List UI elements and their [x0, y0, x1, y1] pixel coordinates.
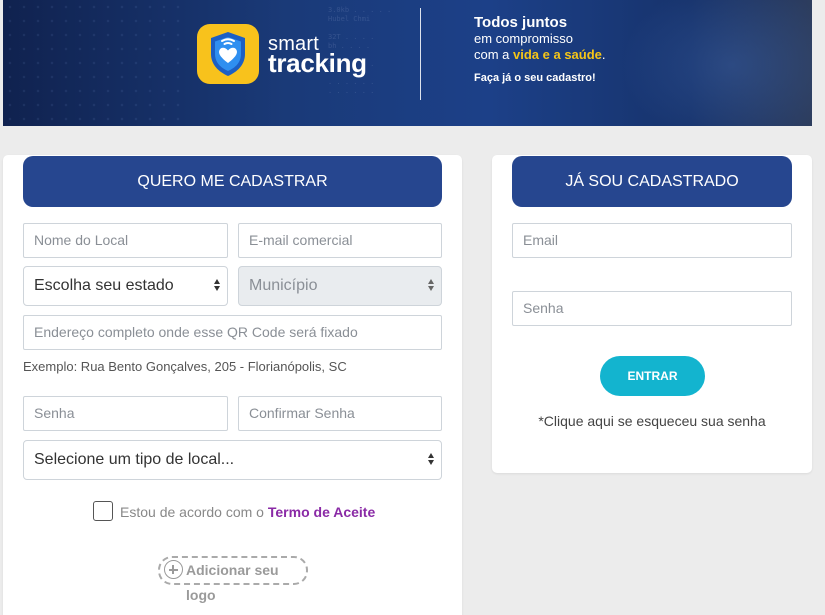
tagline-line2: em compromisso	[474, 31, 573, 46]
tagline-title: Todos juntos	[474, 14, 568, 31]
city-select-value: Município	[249, 277, 318, 294]
login-password-input[interactable]: Senha	[512, 291, 792, 326]
select-arrows-icon	[427, 279, 435, 293]
enter-button[interactable]: ENTRAR	[600, 356, 705, 396]
state-select[interactable]: Escolha seu estado	[23, 266, 228, 306]
login-email-input[interactable]: Email	[512, 223, 792, 258]
hero-banner: 3.0kb . . . . . Hubel Chmi 32T . . . . bh .…	[3, 0, 812, 126]
tagline-highlight: vida e a saúde	[513, 47, 602, 62]
shield-heart-logo-icon	[197, 24, 259, 84]
tagline-line3-suffix: .	[601, 47, 606, 62]
select-arrows-icon	[213, 279, 221, 293]
brand-wordmark: smart tracking	[268, 34, 367, 78]
confirm-password-input[interactable]: Confirmar Senha	[238, 396, 442, 431]
banner-divider	[420, 8, 421, 100]
register-header: QUERO ME CADASTRAR	[23, 156, 442, 207]
forgot-password-link[interactable]: *Clique aqui se esqueceu sua senha	[492, 413, 812, 429]
add-logo-button[interactable]: Adicionar seu logo	[158, 556, 308, 603]
banner-tagline: Todos juntos em compromisso com a vida e…	[474, 14, 606, 84]
banner-glow	[622, 0, 812, 126]
banner-dot-pattern	[3, 0, 183, 126]
address-hint: Exemplo: Rua Bento Gonçalves, 205 - Flor…	[23, 359, 347, 374]
terms-label: Estou de acordo com o Termo de Aceite	[120, 504, 375, 520]
place-type-select[interactable]: Selecione um tipo de local...	[23, 440, 442, 480]
brand-wordmark-line2: tracking	[268, 48, 367, 78]
terms-text: Estou de acordo com o	[120, 504, 268, 520]
tagline-line3-prefix: com a	[474, 47, 514, 62]
address-input[interactable]: Endereço completo onde esse QR Code será…	[23, 315, 442, 350]
tagline-cta: Faça já o seu cadastro!	[474, 72, 596, 84]
place-type-select-value: Selecione um tipo de local...	[34, 451, 235, 468]
select-arrows-icon	[427, 453, 435, 467]
state-select-value: Escolha seu estado	[34, 277, 174, 294]
tagline-line3: com a vida e a saúde.	[474, 47, 606, 63]
terms-checkbox[interactable]	[93, 501, 113, 521]
password-input[interactable]: Senha	[23, 396, 228, 431]
place-name-input[interactable]: Nome do Local	[23, 223, 228, 258]
business-email-input[interactable]: E-mail comercial	[238, 223, 442, 258]
plus-circle-icon	[164, 560, 183, 579]
terms-link[interactable]: Termo de Aceite	[268, 504, 375, 520]
city-select[interactable]: Município	[238, 266, 442, 306]
login-header: JÁ SOU CADASTRADO	[512, 156, 792, 207]
